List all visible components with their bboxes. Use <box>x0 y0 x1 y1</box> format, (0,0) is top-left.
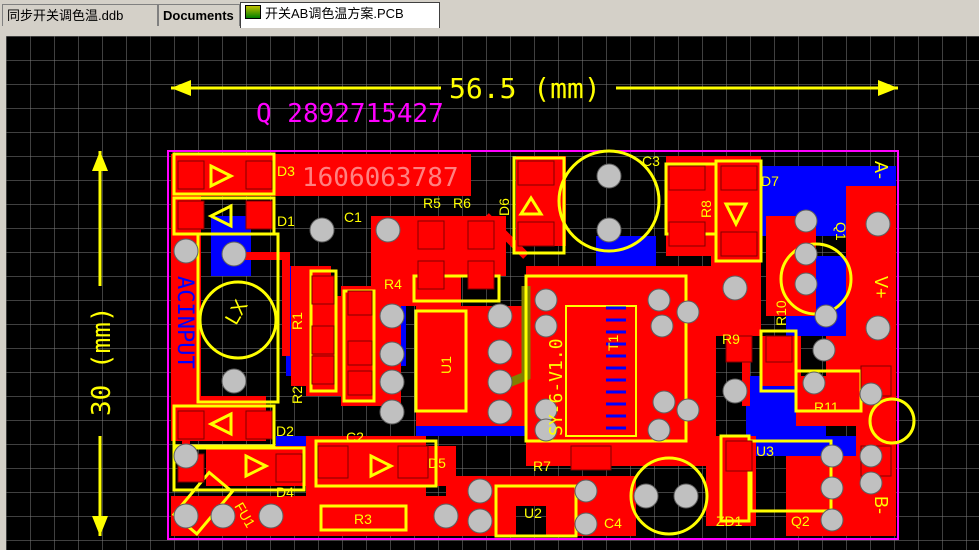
label-ZD1: ZD1 <box>716 513 743 529</box>
tab-documents-label: Documents <box>163 8 234 23</box>
label-R9: R9 <box>722 331 740 347</box>
document-tab-bar: 同步开关调色温.ddb Documents 开关AB调色温方案.PCB <box>0 0 979 31</box>
label-R6: R6 <box>453 195 471 211</box>
label-Q2: Q2 <box>791 513 810 529</box>
label-D6: D6 <box>496 198 512 216</box>
tab-pcb-label: 开关AB调色温方案.PCB <box>265 6 404 21</box>
label-acinput: ACINPUT <box>172 276 197 369</box>
label-R1: R1 <box>289 312 305 330</box>
label-D2: D2 <box>276 423 294 439</box>
pcb-canvas[interactable]: 56.5 (mm) 30 (mm) Q 2892715427 D3 D1 C1 … <box>6 36 979 550</box>
label-R7: R7 <box>533 458 551 474</box>
label-R5: R5 <box>423 195 441 211</box>
label-R2: R2 <box>289 386 305 404</box>
dimension-vertical-text: 30 (mm) <box>87 306 117 416</box>
label-B-minus: B- <box>871 496 891 514</box>
label-U2: U2 <box>524 505 542 521</box>
label-D4: D4 <box>276 484 294 500</box>
tab-ddb[interactable]: 同步开关调色温.ddb <box>2 4 158 26</box>
label-C2: C2 <box>346 429 364 445</box>
board-number-text: 1606063787 <box>302 163 459 193</box>
label-R3: R3 <box>354 511 372 527</box>
label-C4: C4 <box>604 515 622 531</box>
label-Q1: Q1 <box>833 222 849 241</box>
label-D7: D7 <box>761 173 779 189</box>
label-T1: T1 <box>605 334 621 351</box>
label-U1: U1 <box>438 356 454 374</box>
label-D3: D3 <box>277 163 295 179</box>
label-R11: R11 <box>814 399 839 415</box>
label-V-plus: V+ <box>871 276 891 299</box>
label-A-minus: A- <box>871 161 891 179</box>
version-text: SY-6-V1.0 <box>546 338 567 436</box>
label-D1: D1 <box>277 213 295 229</box>
label-R10: R10 <box>773 300 789 326</box>
dimension-horizontal-text: 56.5 (mm) <box>449 72 601 105</box>
label-C1: C1 <box>344 209 362 225</box>
label-D5: D5 <box>428 455 446 471</box>
tab-documents[interactable]: Documents <box>158 4 240 26</box>
label-R8: R8 <box>698 200 714 218</box>
pcb-file-icon <box>245 5 261 19</box>
contact-text: Q 2892715427 <box>256 99 444 129</box>
label-U3: U3 <box>756 443 774 459</box>
tab-pcb[interactable]: 开关AB调色温方案.PCB <box>240 2 440 28</box>
label-R4: R4 <box>384 276 402 292</box>
label-C3: C3 <box>642 153 660 169</box>
tab-ddb-label: 同步开关调色温.ddb <box>7 8 124 23</box>
